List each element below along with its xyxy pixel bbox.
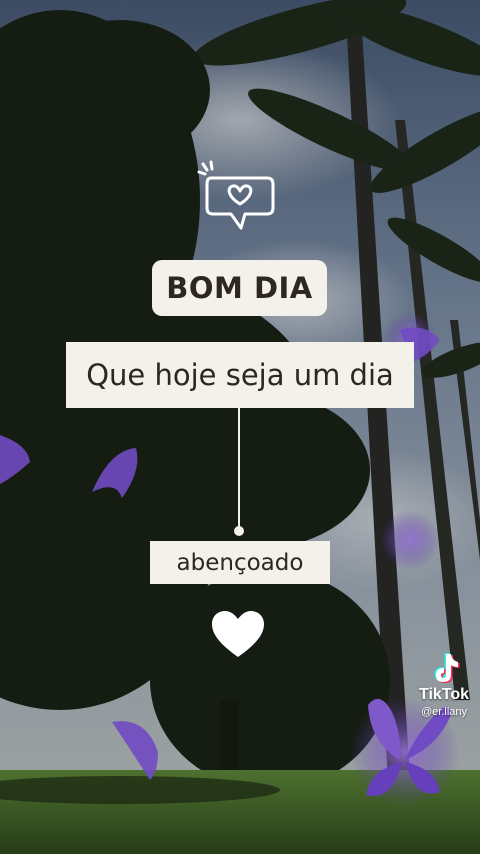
chat-bubble-heart-icon [197,160,275,230]
tiktok-logo-icon [434,653,460,683]
tiktok-brand: TikTok [418,686,470,703]
greeting-line-1: Que hoje seja um dia [66,342,414,408]
tiktok-username: @er.llany [420,706,468,718]
connector-line [238,408,240,530]
tiktok-watermark: TikTok @er.llany [408,648,480,728]
greeting-line-2: abençoado [150,541,330,584]
greeting-title: BOM DIA [152,260,327,316]
heart-icon [212,611,264,657]
connector-dot [234,526,244,536]
